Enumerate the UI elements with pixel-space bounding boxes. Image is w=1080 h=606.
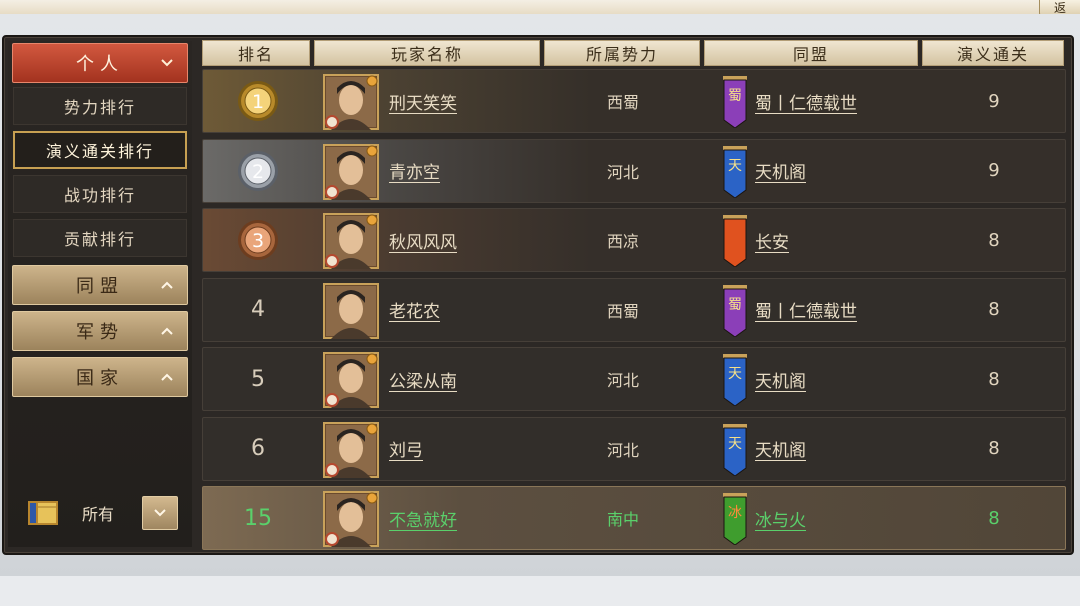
player-name-link[interactable]: 公梁从南 xyxy=(389,348,457,410)
campaign-clear-count: 9 xyxy=(988,160,1000,181)
alliance-banner-icon: 天 xyxy=(723,145,747,198)
table-row[interactable]: 2 青亦空 河北 天天机阁 9 xyxy=(202,138,1066,203)
section-army[interactable]: 军势 xyxy=(12,311,188,351)
section-alliance-label: 同盟 xyxy=(76,276,124,297)
silver-medal-icon: 2 xyxy=(238,150,278,191)
player-name-link[interactable]: 青亦空 xyxy=(389,140,440,202)
campaign-clear-count: 8 xyxy=(988,299,1000,320)
sidebar-item-merit-ranking[interactable]: 战功排行 xyxy=(13,175,187,213)
alliance-name-link[interactable]: 蜀丨仁德载世 xyxy=(755,279,857,341)
banner-glyph: 蜀 xyxy=(728,297,742,313)
campaign-clear-count: 9 xyxy=(988,90,1000,112)
table-row[interactable]: 1 刑天笑笑 西蜀 蜀蜀丨仁德载世 9 xyxy=(202,69,1066,133)
banner-glyph: 天 xyxy=(728,158,742,174)
banner-glyph: 天 xyxy=(728,436,742,452)
sidebar-item-label: 势力排行 xyxy=(63,98,136,117)
faction-name: 西凉 xyxy=(606,232,639,251)
header-campaign-clears: 演义通关 xyxy=(922,40,1064,66)
alliance-banner-icon: 冰 xyxy=(723,493,747,545)
banner-glyph: 蜀 xyxy=(728,88,742,104)
chevron-down-icon xyxy=(161,59,173,67)
table-row[interactable]: 4 老花农 西蜀 蜀蜀丨仁德载世 8 xyxy=(202,277,1066,342)
faction-name: 西蜀 xyxy=(606,301,639,321)
alliance-name-link[interactable]: 天机阁 xyxy=(755,418,806,480)
rank-number: 2 xyxy=(252,161,264,183)
campaign-clear-count: 8 xyxy=(988,368,1000,390)
rank-number: 1 xyxy=(252,91,264,113)
faction-name: 河北 xyxy=(606,440,639,460)
filter-label: 所有 xyxy=(82,505,115,524)
banner-glyph: 天 xyxy=(728,366,742,382)
header-faction: 所属势力 xyxy=(544,40,700,66)
chevron-up-icon xyxy=(161,327,173,335)
section-personal-label: 个人 xyxy=(76,54,124,75)
header-alliance: 同盟 xyxy=(704,40,918,66)
player-name-link[interactable]: 刘弓 xyxy=(389,418,423,480)
rank-number: 6 xyxy=(251,436,265,461)
rank-number: 5 xyxy=(251,366,265,392)
alliance-banner-icon: 天 xyxy=(723,423,747,476)
alliance-banner-icon: 天 xyxy=(723,354,747,406)
sidebar-item-label: 贡献排行 xyxy=(63,230,136,249)
faction-name: 西蜀 xyxy=(606,93,639,112)
player-name-link[interactable]: 老花农 xyxy=(389,279,440,341)
ranking-sidebar: 个人 势力排行 演义通关排行 战功排行 贡献排行 同盟 军势 国家 所有 xyxy=(8,41,192,547)
table-row[interactable]: 5 公梁从南 河北 天天机阁 8 xyxy=(202,347,1066,411)
section-army-label: 军势 xyxy=(76,322,124,343)
section-alliance[interactable]: 同盟 xyxy=(12,265,188,305)
header-player-name: 玩家名称 xyxy=(314,40,540,66)
campaign-clear-count: 8 xyxy=(988,507,1000,529)
player-avatar[interactable] xyxy=(323,421,379,478)
sidebar-item-power-ranking[interactable]: 势力排行 xyxy=(13,87,187,125)
rank-number: 4 xyxy=(251,297,265,322)
banner-glyph: 冰 xyxy=(728,505,742,521)
faction-name: 河北 xyxy=(606,371,639,390)
player-name-link[interactable]: 秋风风风 xyxy=(389,209,457,271)
table-row[interactable]: 6 刘弓 河北 天天机阁 8 xyxy=(202,416,1066,481)
sidebar-item-label: 演义通关排行 xyxy=(45,142,154,161)
filter-row: 所有 xyxy=(20,495,188,531)
table-header: 排名 玩家名称 所属势力 同盟 演义通关 xyxy=(202,40,1064,66)
player-avatar[interactable] xyxy=(323,352,379,408)
rank-number: 3 xyxy=(252,230,264,252)
alliance-name-link[interactable]: 天机阁 xyxy=(755,140,806,202)
player-avatar[interactable] xyxy=(323,282,379,339)
player-avatar[interactable] xyxy=(323,491,379,547)
bronze-medal-icon: 3 xyxy=(238,220,278,260)
faction-name: 南中 xyxy=(606,510,639,529)
chevron-up-icon xyxy=(161,373,173,381)
alliance-banner-icon: 蜀 xyxy=(723,284,747,337)
filter-dropdown-button[interactable] xyxy=(142,496,178,530)
player-name-link[interactable]: 刑天笑笑 xyxy=(389,70,457,132)
header-rank: 排名 xyxy=(202,40,310,66)
alliance-name-link[interactable]: 长安 xyxy=(755,209,789,271)
alliance-name-link[interactable]: 天机阁 xyxy=(755,348,806,410)
player-name-link[interactable]: 不急就好 xyxy=(389,487,457,549)
player-avatar[interactable] xyxy=(323,213,379,269)
section-country[interactable]: 国家 xyxy=(12,357,188,397)
chevron-up-icon xyxy=(161,281,173,289)
table-row[interactable]: 3 秋风风风 西凉 长安 8 xyxy=(202,208,1066,272)
alliance-banner-icon xyxy=(723,215,747,267)
sidebar-item-campaign-ranking[interactable]: 演义通关排行 xyxy=(13,131,187,169)
sidebar-item-label: 战功排行 xyxy=(63,186,136,205)
top-frame-bar xyxy=(0,0,1080,15)
campaign-clear-count: 8 xyxy=(988,229,1000,251)
section-country-label: 国家 xyxy=(76,368,124,389)
gold-medal-icon: 1 xyxy=(238,81,278,121)
ranking-panel: 个人 势力排行 演义通关排行 战功排行 贡献排行 同盟 军势 国家 所有 排名 … xyxy=(2,35,1074,555)
book-icon xyxy=(28,501,58,525)
table-row[interactable]: 15 不急就好 南中 冰冰与火 8 xyxy=(202,486,1066,550)
player-avatar[interactable] xyxy=(323,74,379,130)
player-avatar[interactable] xyxy=(323,143,379,200)
chevron-down-icon xyxy=(154,509,166,517)
section-personal[interactable]: 个人 xyxy=(12,43,188,83)
rank-number: 15 xyxy=(244,505,272,531)
faction-name: 河北 xyxy=(606,162,639,182)
alliance-name-link[interactable]: 冰与火 xyxy=(755,487,806,549)
campaign-clear-count: 8 xyxy=(988,438,1000,459)
alliance-banner-icon: 蜀 xyxy=(723,76,747,128)
sidebar-item-contribution-ranking[interactable]: 贡献排行 xyxy=(13,219,187,257)
alliance-name-link[interactable]: 蜀丨仁德载世 xyxy=(755,70,857,132)
